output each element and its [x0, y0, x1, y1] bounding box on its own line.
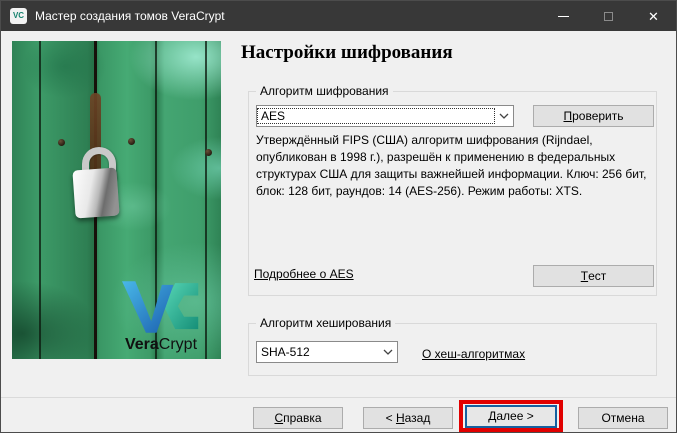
padlock-body — [72, 168, 119, 219]
close-icon: ✕ — [648, 10, 659, 23]
maximize-button — [586, 1, 631, 31]
hash-algorithm-value: SHA-512 — [257, 344, 379, 360]
chevron-down-icon — [379, 349, 397, 355]
plank-seam — [39, 41, 41, 359]
encryption-algorithm-select[interactable]: AES — [256, 105, 514, 127]
next-button[interactable]: Далее > — [465, 405, 557, 428]
veracrypt-logo-text: VeraCrypt — [111, 336, 211, 353]
window-controls: ✕ — [541, 1, 676, 31]
hash-info-link[interactable]: О хеш-алгоритмах — [422, 347, 525, 361]
maximize-icon — [604, 12, 613, 21]
screw-dot — [128, 138, 135, 145]
verify-button[interactable]: Проверить — [533, 105, 654, 127]
veracrypt-wizard-window: VC Мастер создания томов VeraCrypt ✕ — [0, 0, 677, 433]
help-button[interactable]: Справка — [253, 407, 343, 429]
encryption-algorithm-value: AES — [257, 108, 495, 124]
dialog-client-area: VeraCrypt Настройки шифрования Алгоритм … — [1, 31, 676, 432]
veracrypt-logo-mark — [122, 279, 200, 335]
screw-dot — [205, 149, 212, 156]
more-about-aes-link[interactable]: Подробнее о AES — [254, 267, 354, 281]
chevron-down-icon — [495, 113, 513, 119]
footer-separator — [1, 397, 676, 398]
encryption-group-label: Алгоритм шифрования — [256, 84, 393, 98]
veracrypt-logo: VeraCrypt — [111, 279, 211, 353]
hash-algorithm-select[interactable]: SHA-512 — [256, 341, 398, 363]
screw-dot — [58, 139, 65, 146]
titlebar[interactable]: VC Мастер создания томов VeraCrypt ✕ — [1, 1, 676, 31]
minimize-button[interactable] — [541, 1, 586, 31]
cancel-button[interactable]: Отмена — [578, 407, 668, 429]
back-button[interactable]: < Назад — [363, 407, 453, 429]
door-lock-photo: VeraCrypt — [12, 41, 221, 359]
window-title: Мастер создания томов VeraCrypt — [35, 9, 225, 23]
benchmark-test-button[interactable]: Тест — [533, 265, 654, 287]
close-button[interactable]: ✕ — [631, 1, 676, 31]
minimize-icon — [558, 16, 569, 17]
algorithm-description: Утверждённый FIPS (США) алгоритм шифрова… — [256, 132, 656, 200]
hash-group-label: Алгоритм хеширования — [256, 316, 395, 330]
red-highlight-annotation: Далее > — [459, 400, 563, 432]
veracrypt-app-icon: VC — [10, 8, 27, 24]
page-title: Настройки шифрования — [241, 42, 453, 64]
